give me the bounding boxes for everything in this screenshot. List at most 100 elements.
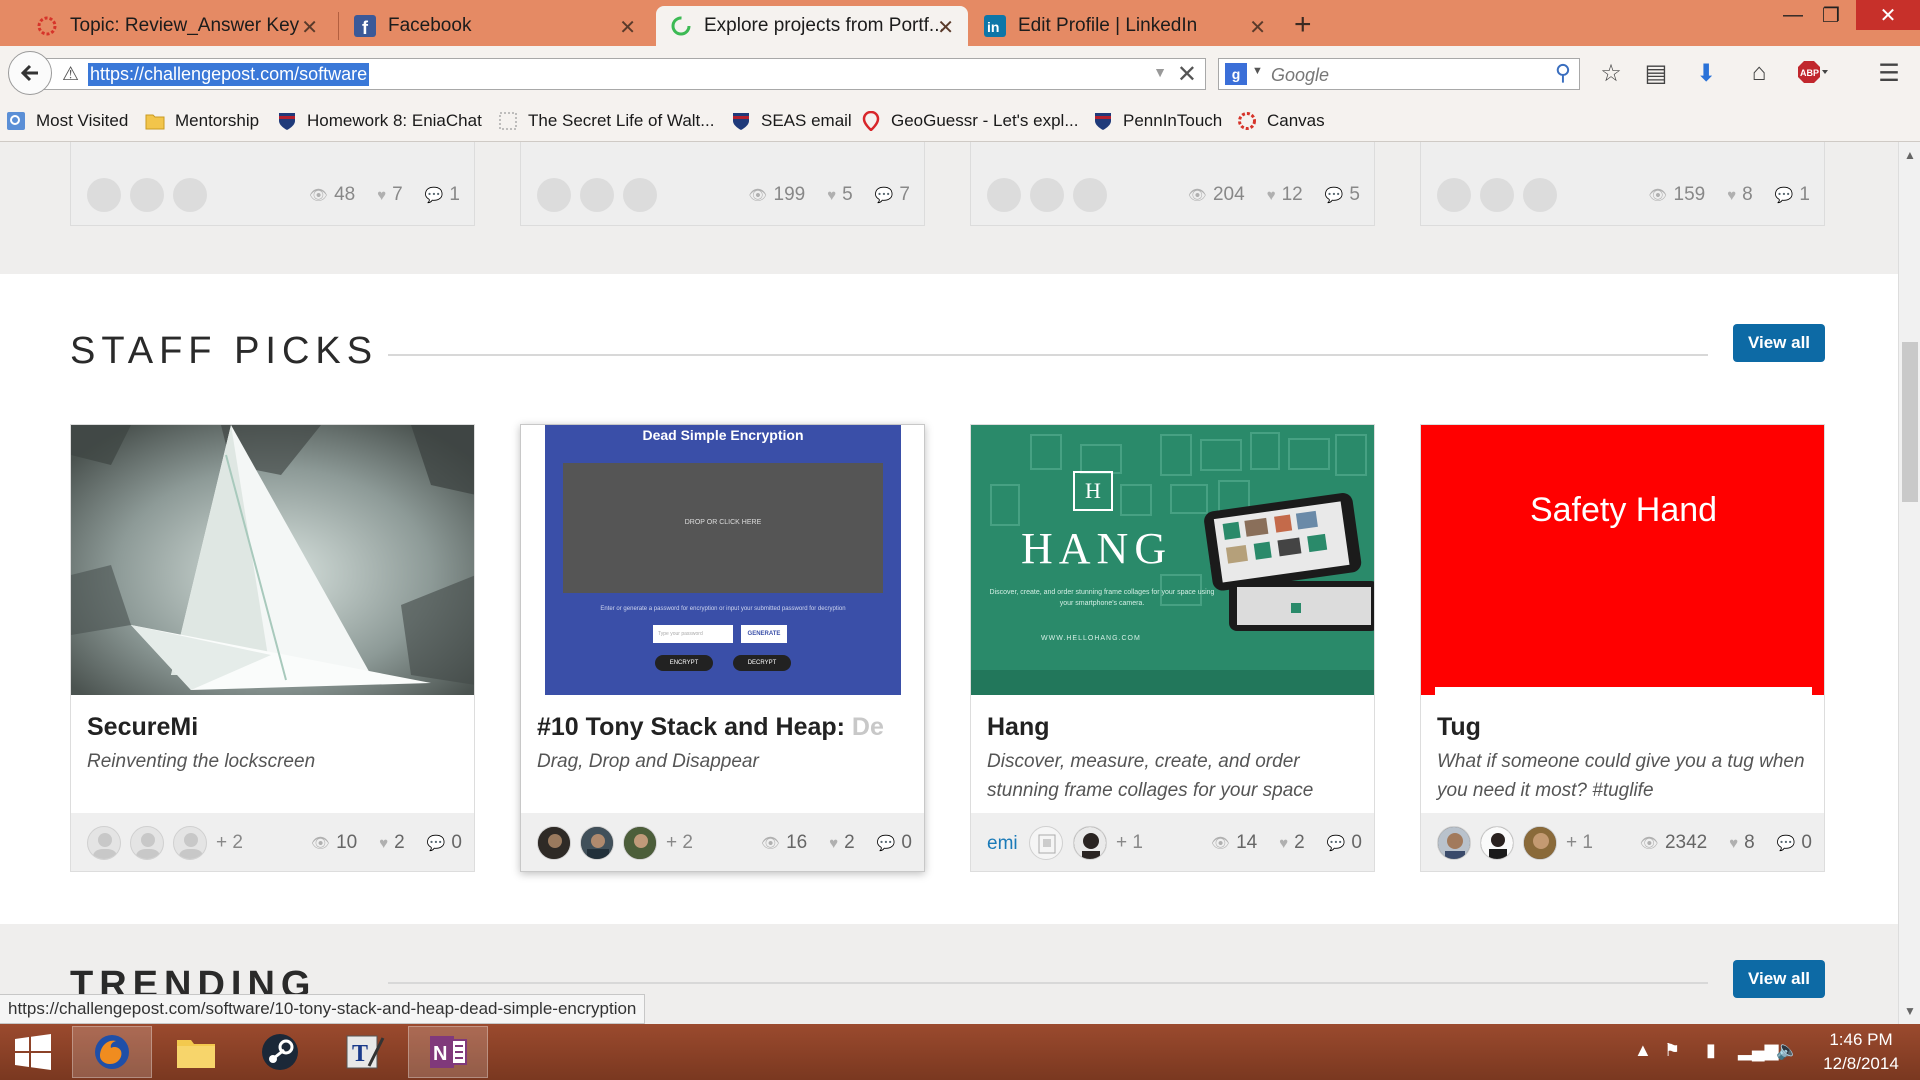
owner-link[interactable]: emi [987, 833, 1018, 855]
view-all-button[interactable]: View all [1733, 324, 1825, 362]
reading-list-icon[interactable]: ▤ [1640, 59, 1672, 88]
project-thumbnail[interactable]: Safety Hand [1421, 425, 1824, 695]
bookmark-secret-life[interactable]: The Secret Life of Walt... [498, 111, 714, 131]
project-title[interactable]: Hang [987, 713, 1050, 742]
view-count: 16 [786, 832, 808, 853]
action-center-flag-icon[interactable]: ⚑ [1664, 1040, 1680, 1061]
facebook-icon: f [354, 15, 376, 38]
bookmarks-toolbar: Most Visited Mentorship Homework 8: Enia… [0, 102, 1920, 142]
taskbar-firefox[interactable] [72, 1026, 152, 1078]
new-tab-button[interactable]: + [1294, 8, 1312, 42]
system-clock[interactable]: 1:46 PM 12/8/2014 [1806, 1028, 1916, 1076]
bookmark-seas-email[interactable]: SEAS email [731, 111, 852, 131]
avatar[interactable] [580, 826, 614, 860]
project-card-tony-stack-and-heap[interactable]: Dead Simple Encryption DROP OR CLICK HER… [520, 424, 925, 872]
project-card-hang[interactable]: H HANG Discover, create, and order stunn… [970, 424, 1375, 872]
show-hidden-icons-icon[interactable]: ▲ [1634, 1040, 1652, 1061]
project-footer: + 2 👁 10 ♥ 2 💬 0 [71, 813, 474, 871]
project-card-footer[interactable]: 👁 48 ♥ 7 💬 1 [70, 142, 475, 226]
bookmark-label: GeoGuessr - Let's expl... [891, 111, 1079, 130]
back-button[interactable] [8, 51, 52, 95]
bookmark-star-icon[interactable]: ☆ [1595, 59, 1627, 88]
avatar[interactable] [130, 826, 164, 860]
battery-icon[interactable]: ▮ [1706, 1040, 1716, 1061]
view-count: 199 [773, 184, 806, 205]
project-card-footer[interactable]: 👁 159 ♥ 8 💬 1 [1420, 142, 1825, 226]
tab-facebook[interactable]: f Facebook ✕ [340, 6, 650, 46]
close-icon[interactable]: ✕ [937, 15, 954, 40]
avatar [580, 178, 614, 212]
project-card-tug[interactable]: Safety Hand Tug What if someone could gi… [1420, 424, 1825, 872]
google-icon[interactable]: g [1225, 63, 1247, 85]
project-thumbnail[interactable] [71, 425, 474, 695]
stop-icon[interactable]: ✕ [1177, 60, 1197, 89]
project-description: Discover, measure, create, and order stu… [987, 751, 1314, 801]
taskbar-file-explorer[interactable] [156, 1026, 236, 1078]
home-icon[interactable]: ⌂ [1743, 59, 1775, 87]
scrollbar-thumb[interactable] [1902, 342, 1918, 502]
bookmark-label: Homework 8: EniaChat [307, 111, 482, 130]
link-status-bar: https://challengepost.com/software/10-to… [0, 994, 646, 1024]
avatar [537, 178, 571, 212]
project-thumbnail[interactable]: H HANG Discover, create, and order stunn… [971, 425, 1374, 695]
phone-mockup-image [1204, 493, 1374, 631]
close-icon[interactable]: ✕ [619, 15, 636, 40]
scroll-up-icon[interactable]: ▲ [1904, 148, 1916, 162]
download-icon[interactable]: ⬇ [1690, 59, 1722, 88]
url-text[interactable]: https://challengepost.com/software [88, 63, 370, 86]
network-signal-icon[interactable]: ▂▄▆ [1738, 1040, 1778, 1061]
bookmark-penn-in-touch[interactable]: PennInTouch [1093, 111, 1222, 131]
avatar[interactable] [1523, 826, 1557, 860]
page-scrollbar[interactable]: ▲ ▼ [1898, 142, 1920, 1024]
volume-icon[interactable]: 🔈 [1776, 1040, 1798, 1061]
taskbar-texmaker[interactable]: T [324, 1026, 404, 1078]
close-icon[interactable]: ✕ [1249, 15, 1266, 40]
avatar [1437, 178, 1471, 212]
avatar[interactable] [1029, 826, 1063, 860]
history-dropdown-icon[interactable]: ▼ [1153, 64, 1167, 80]
avatar[interactable] [173, 826, 207, 860]
tab-separator [338, 12, 339, 40]
restore-button[interactable]: ❐ [1808, 0, 1854, 30]
project-thumbnail[interactable]: Dead Simple Encryption DROP OR CLICK HER… [521, 425, 924, 695]
avatar[interactable] [1437, 826, 1471, 860]
bookmark-geoguessr[interactable]: GeoGuessr - Let's expl... [861, 110, 1079, 132]
start-button[interactable] [0, 1026, 66, 1078]
project-description: What if someone could give you a tug whe… [1437, 751, 1805, 801]
project-card-footer[interactable]: 👁 204 ♥ 12 💬 5 [970, 142, 1375, 226]
tab-linkedin[interactable]: in Edit Profile | LinkedIn ✕ [970, 6, 1280, 46]
project-card-footer[interactable]: 👁 199 ♥ 5 💬 7 [520, 142, 925, 226]
bookmark-most-visited[interactable]: Most Visited [6, 111, 128, 131]
avatar[interactable] [1480, 826, 1514, 860]
like-count: 5 [842, 184, 853, 205]
warning-icon[interactable]: ⚠ [62, 63, 79, 86]
adblock-icon[interactable]: ABP [1797, 61, 1829, 90]
bookmark-canvas[interactable]: Canvas [1237, 111, 1325, 131]
taskbar-steam[interactable] [240, 1026, 320, 1078]
search-icon[interactable]: ⚲ [1555, 60, 1571, 86]
avatar[interactable] [623, 826, 657, 860]
project-title[interactable]: Tug [1437, 713, 1481, 742]
url-bar[interactable]: ⚠ https://challengepost.com/software ▼ ✕ [44, 58, 1206, 90]
close-window-button[interactable]: ✕ [1856, 0, 1920, 30]
project-title[interactable]: #10 Tony Stack and Heap: De [537, 713, 884, 742]
avatar[interactable] [87, 826, 121, 860]
close-icon[interactable]: ✕ [301, 15, 318, 40]
view-all-button[interactable]: View all [1733, 960, 1825, 998]
menu-icon[interactable]: ☰ [1873, 59, 1905, 88]
heart-icon: ♥ [1279, 834, 1289, 852]
tab-review-answer-key[interactable]: Topic: Review_Answer Key ✕ [22, 6, 332, 46]
chevron-down-icon[interactable]: ▼ [1252, 65, 1263, 77]
project-title[interactable]: SecureMi [87, 713, 198, 742]
bookmark-mentorship[interactable]: Mentorship [145, 111, 259, 131]
bookmark-homework-8[interactable]: Homework 8: EniaChat [277, 111, 482, 131]
taskbar-onenote[interactable]: N [408, 1026, 488, 1078]
search-bar[interactable]: g ▼ Google ⚲ [1218, 58, 1580, 90]
scroll-down-icon[interactable]: ▼ [1904, 1004, 1916, 1018]
avatar[interactable] [537, 826, 571, 860]
project-card-securemi[interactable]: SecureMi Reinventing the lockscreen + 2 … [70, 424, 475, 872]
search-placeholder[interactable]: Google [1271, 65, 1329, 86]
tab-explore-projects[interactable]: Explore projects from Portf... ✕ [656, 6, 968, 46]
clock-date: 12/8/2014 [1823, 1054, 1899, 1073]
avatar[interactable] [1073, 826, 1107, 860]
